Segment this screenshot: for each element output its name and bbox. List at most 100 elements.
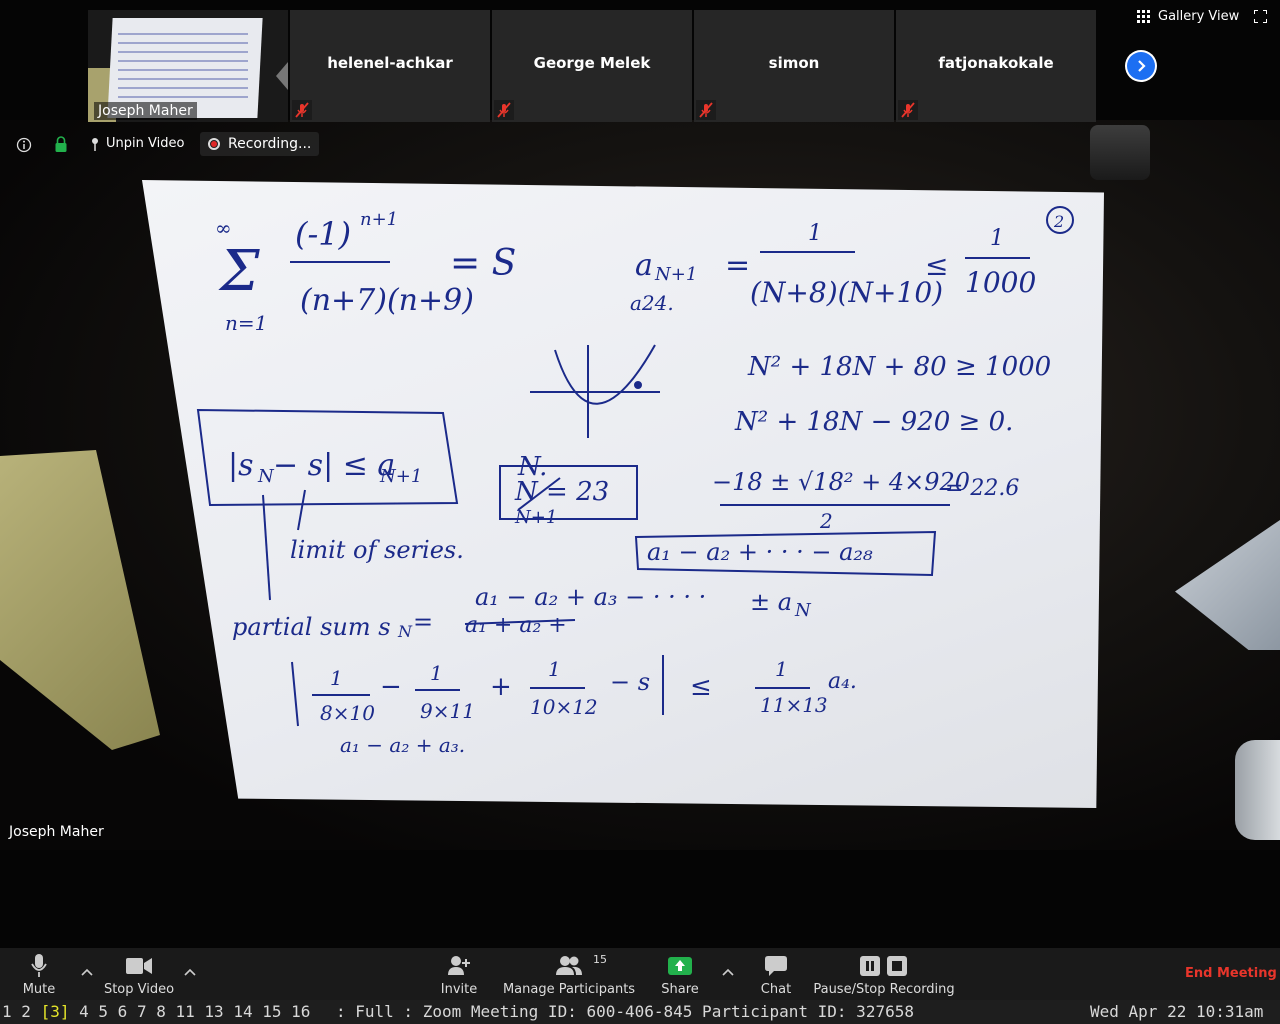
pause-stop-recording-label: Pause/Stop Recording xyxy=(813,982,955,997)
svg-text:10×12: 10×12 xyxy=(530,695,598,719)
workspace-item[interactable]: 5 xyxy=(98,1002,108,1021)
end-meeting-button[interactable]: End Meeting xyxy=(1185,966,1277,981)
thumbnail-writing xyxy=(118,26,248,105)
svg-text:a₁ − a₂ + a₃.: a₁ − a₂ + a₃. xyxy=(340,733,465,757)
recording-label: Recording... xyxy=(228,136,312,152)
svg-text:1000: 1000 xyxy=(965,266,1036,299)
video-camera-icon xyxy=(126,958,152,974)
svg-text:1: 1 xyxy=(430,661,443,685)
main-video-feed: ∞ Σ n=1 (-1) n+1 (n+7)(n+9) = S a N+1 a2… xyxy=(0,0,1280,948)
svg-text:N: N xyxy=(397,622,413,641)
svg-text:−18 ± √18² + 4×920: −18 ± √18² + 4×920 xyxy=(712,468,970,496)
svg-text:=: = xyxy=(725,248,750,283)
share-options-chevron-up-icon[interactable] xyxy=(722,966,734,978)
fullscreen-icon[interactable] xyxy=(1254,10,1267,23)
svg-text:a₁ − a₂ + · · · − a₂₈: a₁ − a₂ + · · · − a₂₈ xyxy=(647,538,873,566)
svg-text:= 22.6: = 22.6 xyxy=(945,476,1019,501)
manage-participants-label: Manage Participants xyxy=(502,982,636,997)
add-person-icon xyxy=(448,956,470,975)
svg-text:(-1): (-1) xyxy=(295,215,351,253)
svg-text:a: a xyxy=(635,248,653,283)
workspace-item[interactable]: 4 xyxy=(79,1002,89,1021)
svg-text:1: 1 xyxy=(330,666,343,690)
svg-text:Σ: Σ xyxy=(218,239,260,304)
svg-text:(N+8)(N+10): (N+8)(N+10) xyxy=(750,276,943,309)
svg-text:=: = xyxy=(413,608,433,636)
svg-text:N+1: N+1 xyxy=(654,264,697,285)
svg-text:≤: ≤ xyxy=(925,249,948,282)
svg-text:n+1: n+1 xyxy=(360,209,398,230)
pin-icon xyxy=(92,137,98,151)
active-speaker-name: Joseph Maher xyxy=(9,824,104,840)
svg-text:+: + xyxy=(490,672,512,702)
share-button[interactable]: Share xyxy=(657,948,703,1000)
unpin-video-button[interactable]: Unpin Video xyxy=(90,136,184,151)
workspace-item[interactable]: 7 xyxy=(137,1002,147,1021)
lock-icon[interactable] xyxy=(53,136,69,153)
participant-tile[interactable]: helenel-achkar xyxy=(290,10,490,122)
participant-tile[interactable]: simon xyxy=(694,10,894,122)
participants-icon xyxy=(556,956,582,975)
svg-text:a₁ − a₂ + a₃ − · · · ·: a₁ − a₂ + a₃ − · · · · xyxy=(475,583,706,611)
svg-text:a₄.: a₄. xyxy=(828,669,857,694)
unpin-video-label: Unpin Video xyxy=(106,136,185,151)
workspace-item[interactable]: 16 xyxy=(291,1002,310,1021)
info-icon[interactable] xyxy=(16,137,32,153)
participant-tile[interactable]: George Melek xyxy=(492,10,692,122)
collapse-thumbnails-arrow[interactable] xyxy=(276,62,288,90)
mute-button[interactable]: Mute xyxy=(14,948,64,1000)
chat-label: Chat xyxy=(760,982,792,997)
svg-text:n=1: n=1 xyxy=(225,311,267,335)
participant-name: simon xyxy=(768,54,820,72)
invite-button[interactable]: Invite xyxy=(436,948,482,1000)
svg-text:N: N xyxy=(794,600,812,621)
workspace-item[interactable]: 6 xyxy=(118,1002,128,1021)
workspace-item[interactable]: [3] xyxy=(41,1002,70,1021)
svg-text:= S: = S xyxy=(450,243,516,284)
workspace-item[interactable]: 8 xyxy=(156,1002,166,1021)
self-view-thumbnail[interactable]: Joseph Maher xyxy=(88,10,288,122)
workspace-list: 1 2 [3] 4 5 6 7 8 11 13 14 15 16 xyxy=(2,1000,310,1024)
handwritten-math: ∞ Σ n=1 (-1) n+1 (n+7)(n+9) = S a N+1 a2… xyxy=(196,206,1074,757)
svg-text:N² + 18N + 80 ≥ 1000: N² + 18N + 80 ≥ 1000 xyxy=(747,352,1051,382)
workspace-item[interactable]: 11 xyxy=(176,1002,195,1021)
workspace-item[interactable]: 15 xyxy=(262,1002,281,1021)
svg-text:partial sum s: partial sum s xyxy=(232,613,391,641)
muted-mic-icon xyxy=(898,100,918,120)
participant-name: George Melek xyxy=(533,54,651,72)
svg-text:11×13: 11×13 xyxy=(760,693,828,717)
invite-label: Invite xyxy=(440,982,478,997)
audio-options-chevron-up-icon[interactable] xyxy=(81,966,93,978)
svg-text:9×11: 9×11 xyxy=(420,699,475,723)
window-manager-statusbar: 1 2 [3] 4 5 6 7 8 11 13 14 15 16 : Full … xyxy=(0,1000,1280,1024)
svg-text:± a: ± a xyxy=(750,588,792,616)
workspace-item[interactable]: 1 xyxy=(2,1002,12,1021)
workspace-item[interactable]: 14 xyxy=(233,1002,252,1021)
workspace-item[interactable]: 13 xyxy=(204,1002,223,1021)
video-options-chevron-up-icon[interactable] xyxy=(184,966,196,978)
microphone-icon xyxy=(31,954,47,977)
next-page-button[interactable] xyxy=(1125,50,1157,82)
svg-text:2: 2 xyxy=(819,509,833,533)
svg-text:limit of series.: limit of series. xyxy=(290,536,464,564)
gallery-view-button[interactable]: Gallery View xyxy=(1137,9,1239,24)
record-icon xyxy=(208,138,220,150)
stop-video-button[interactable]: Stop Video xyxy=(100,948,178,1000)
participant-name: fatjonakokale xyxy=(938,54,1054,72)
chevron-right-icon xyxy=(1127,52,1155,80)
pause-stop-recording-button[interactable]: Pause/Stop Recording xyxy=(813,948,955,1000)
chat-bubble-icon xyxy=(765,956,787,976)
grid-icon xyxy=(1137,10,1150,23)
participant-count-badge: 15 xyxy=(593,953,607,966)
svg-text:−: − xyxy=(380,672,402,702)
participant-tile[interactable]: fatjonakokale xyxy=(896,10,1096,122)
self-name-label: Joseph Maher xyxy=(94,102,197,120)
svg-text:a24.: a24. xyxy=(630,291,674,315)
chat-button[interactable]: Chat xyxy=(756,948,796,1000)
svg-text:N² + 18N − 920 ≥ 0.: N² + 18N − 920 ≥ 0. xyxy=(734,407,1013,437)
workspace-item[interactable]: 2 xyxy=(21,1002,31,1021)
recording-indicator[interactable]: Recording... xyxy=(200,132,320,156)
svg-text:a₁ + a₂ +: a₁ + a₂ + xyxy=(465,613,567,638)
manage-participants-button[interactable]: Manage Participants xyxy=(502,948,636,1000)
layout-indicator: : Full : xyxy=(336,1002,414,1021)
